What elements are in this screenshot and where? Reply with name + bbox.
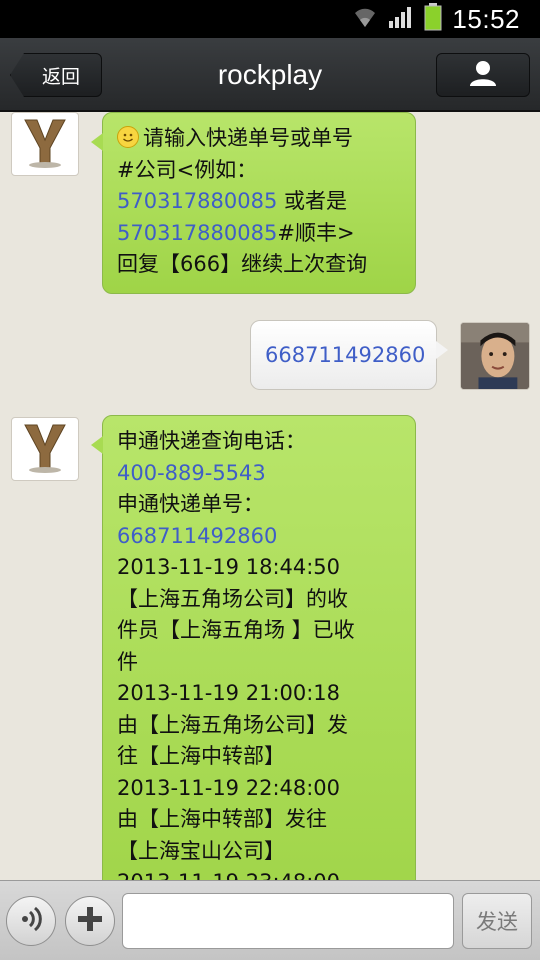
tracking-number-link[interactable]: 570317880085: [117, 221, 277, 245]
voice-button[interactable]: [6, 896, 56, 946]
message-text: 由【上海五角场公司】发: [117, 712, 348, 737]
message-text: #公司<例如：: [117, 157, 258, 182]
letter-y-avatar[interactable]: [11, 417, 79, 481]
status-time: 15:52: [452, 3, 520, 34]
message-text: 请输入快递单号或单号: [143, 126, 353, 150]
message-text: 【上海五角场公司】的收: [117, 586, 348, 611]
message-bubble-1[interactable]: 请输入快递单号或单号 #公司<例如： 570317880085 或者是 5703…: [91, 112, 416, 294]
message-text: 2013-11-19 22:48:00: [117, 775, 341, 800]
message-bubble-3[interactable]: 申通快递查询电话： 400-889-5543 申通快递单号： 668711492…: [91, 415, 416, 880]
user-photo-avatar[interactable]: [460, 322, 530, 390]
message-text: 申通快递查询电话：: [117, 429, 306, 453]
status-bar: 15:52: [0, 0, 540, 38]
back-button[interactable]: 返回: [10, 53, 102, 97]
profile-button[interactable]: [436, 53, 530, 97]
person-icon: [469, 59, 497, 91]
message-input[interactable]: [122, 893, 454, 949]
chat-area[interactable]: 请输入快递单号或单号 #公司<例如： 570317880085 或者是 5703…: [0, 112, 540, 880]
smiley-icon: [117, 126, 139, 148]
message-text: 申通快递单号：: [117, 492, 264, 516]
add-button[interactable]: [65, 896, 115, 946]
message-text: 回复【666】继续上次查询: [117, 252, 368, 276]
signal-icon: [388, 5, 414, 33]
voice-icon: [16, 904, 46, 938]
message-bubble-2[interactable]: 668711492860: [250, 320, 448, 390]
message-text: 2013-11-19 21:00:18: [117, 681, 341, 705]
input-bar: 发送: [0, 880, 540, 960]
tracking-number-link[interactable]: 668711492860: [265, 331, 425, 379]
send-button[interactable]: 发送: [462, 893, 532, 949]
message-text: 往【上海中转部】: [117, 744, 285, 768]
message-text: 2013-11-19 18:44:50: [117, 555, 341, 579]
plus-icon: [75, 904, 105, 938]
message-text: 件: [117, 649, 138, 674]
tracking-number-link[interactable]: 668711492860: [117, 521, 401, 553]
message-text: 件员【上海五角场 】已收: [117, 618, 355, 642]
phone-number-link[interactable]: 400-889-5543: [117, 458, 401, 490]
message-text: 或者是: [277, 189, 348, 213]
title-bar: rockplay 返回: [0, 38, 540, 112]
message-text: 【上海宝山公司】: [117, 838, 285, 863]
wifi-icon: [352, 5, 378, 33]
message-text: 2013-11-19 23:48:00: [117, 867, 401, 880]
battery-icon: [424, 3, 442, 35]
letter-y-avatar[interactable]: [11, 112, 79, 176]
message-text: 由【上海中转部】发往: [117, 807, 327, 831]
tracking-number-link[interactable]: 570317880085: [117, 189, 277, 213]
message-text: #顺丰>: [277, 220, 355, 245]
